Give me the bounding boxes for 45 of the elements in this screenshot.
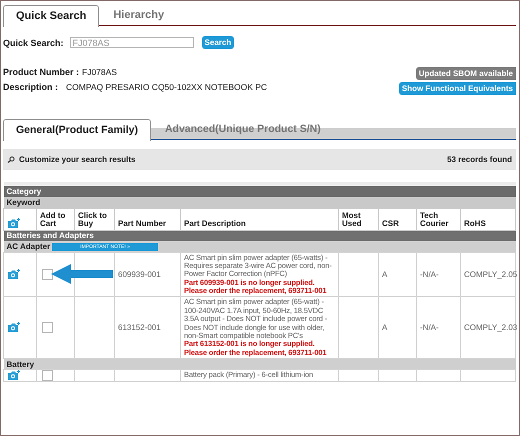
table-cell: A: [382, 270, 388, 279]
add-camera-icon[interactable]: [7, 322, 21, 334]
part-number: 609939-001: [118, 270, 161, 279]
table-cell: -N/A-: [420, 323, 439, 332]
search-icon: [7, 156, 15, 163]
checkbox[interactable]: [42, 322, 53, 334]
table-cell: COMPLY_2.05: [464, 270, 518, 279]
keyword-header: Keyword: [4, 197, 516, 208]
checkbox[interactable]: [42, 268, 53, 280]
field-label: Description :: [3, 82, 60, 92]
add-camera-icon[interactable]: [7, 268, 21, 280]
column-header: Part Number: [114, 208, 180, 230]
part-number: 613152-001: [118, 323, 161, 332]
group-header: Batteries and Adapters: [4, 230, 516, 241]
column-header: Tech Courier: [416, 208, 460, 230]
category-header: Category: [4, 184, 516, 197]
column-header: Add to Cart: [36, 208, 74, 230]
table-cell: -N/A-: [420, 270, 439, 279]
action-button[interactable]: Show Functional Equivalents: [398, 82, 516, 95]
column-header: Part Description: [180, 208, 338, 230]
search-field[interactable]: FJ078AS: [70, 37, 194, 48]
tab[interactable]: Quick Search: [3, 4, 100, 26]
column-header: Most Used: [338, 208, 378, 230]
product-description: COMPAQ PRESARIO CQ50-102XX NOTEBOOK PC: [66, 82, 268, 92]
tab[interactable]: General(Product Family): [3, 118, 151, 140]
action-button[interactable]: Updated SBOM available: [416, 67, 516, 80]
tab[interactable]: Advanced(Unique Product S/N): [152, 119, 333, 139]
product-number: FJ078AS: [82, 67, 117, 77]
subgroup-header: Battery: [6, 360, 34, 369]
column-header: CSR: [378, 208, 416, 230]
table-cell: A: [382, 323, 388, 332]
checkbox[interactable]: [42, 370, 53, 382]
subgroup-header: AC Adapter: [6, 242, 50, 251]
tab[interactable]: Hierarchy: [101, 5, 176, 25]
field-label: Product Number :: [3, 67, 80, 77]
add-camera-icon[interactable]: [7, 370, 21, 382]
add-camera-icon[interactable]: [7, 218, 21, 228]
customize-link[interactable]: Customize your search results: [19, 155, 136, 164]
column-header: RoHS: [460, 208, 516, 230]
field-label: Quick Search:: [3, 38, 64, 48]
search-button[interactable]: Search: [202, 36, 234, 49]
table-cell: COMPLY_2.03: [464, 323, 518, 332]
pointer-arrow: [51, 263, 113, 286]
records-count: 53 records found: [447, 155, 512, 164]
column-header: Click to Buy: [74, 208, 114, 230]
